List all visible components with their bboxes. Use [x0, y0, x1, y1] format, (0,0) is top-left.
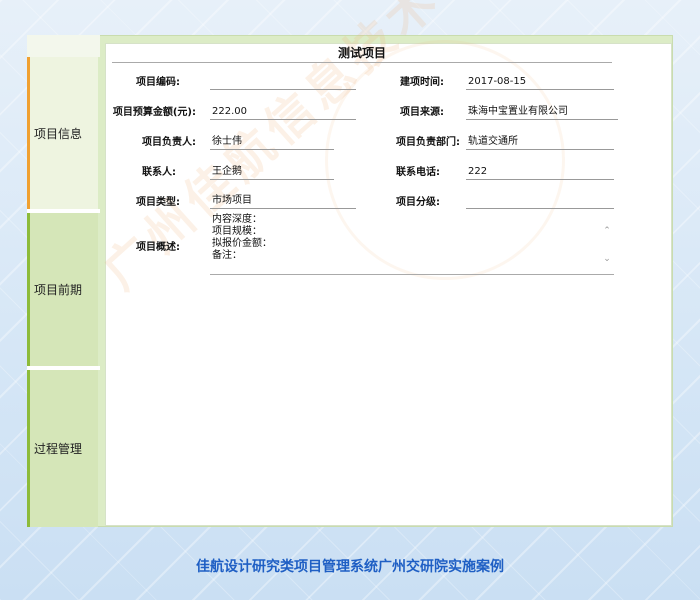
- project-code-label: 项目编码:: [136, 77, 180, 88]
- description-line: 备注：: [212, 250, 242, 261]
- department-label: 项目负责部门:: [396, 137, 460, 148]
- footer-caption: 佳航设计研究类项目管理系统广州交研院实施案例: [196, 559, 504, 575]
- sidebar-item-process-management[interactable]: 过程管理: [27, 370, 98, 527]
- description-line: 内容深度：: [212, 214, 262, 225]
- sidebar-item-project-info[interactable]: 项目信息: [27, 57, 98, 209]
- scroll-down-icon[interactable]: ⌄: [602, 254, 612, 264]
- contact-field[interactable]: 王企鹅: [210, 165, 334, 180]
- sidebar-header: [27, 35, 100, 57]
- phone-field[interactable]: 222: [466, 165, 614, 180]
- manager-field[interactable]: 徐士伟: [210, 135, 334, 150]
- sidebar-item-pre-project[interactable]: 项目前期: [27, 213, 98, 366]
- description-textarea[interactable]: 内容深度： 项目规模： 拟报价金额： 备注： ⌃ ⌄: [210, 214, 614, 275]
- page-title: 测试项目: [112, 44, 612, 63]
- contact-label: 联系人:: [142, 167, 176, 178]
- project-level-field[interactable]: [466, 194, 614, 209]
- sidebar-item-label: 过程管理: [33, 442, 82, 456]
- description-line: 拟报价金额：: [212, 238, 272, 249]
- project-type-field[interactable]: 市场项目: [210, 194, 356, 209]
- source-label: 项目来源:: [400, 107, 444, 118]
- budget-label: 项目预算金额(元):: [112, 107, 196, 118]
- description-line: 项目规模：: [212, 226, 262, 237]
- department-field[interactable]: 轨道交通所: [466, 135, 614, 150]
- scroll-up-icon[interactable]: ⌃: [602, 226, 612, 236]
- project-type-label: 项目类型:: [136, 197, 180, 208]
- project-code-field[interactable]: [210, 75, 356, 90]
- budget-field[interactable]: 222.00: [210, 105, 356, 120]
- project-level-label: 项目分级:: [396, 197, 440, 208]
- description-label: 项目概述:: [136, 242, 180, 253]
- build-time-label: 建项时间:: [400, 77, 444, 88]
- sidebar: 项目信息 项目前期 过程管理: [27, 35, 100, 527]
- source-field[interactable]: 珠海中宝置业有限公司: [466, 105, 618, 120]
- manager-label: 项目负责人:: [142, 137, 196, 148]
- sidebar-item-label: 项目前期: [33, 283, 82, 297]
- phone-label: 联系电话:: [396, 167, 440, 178]
- build-time-field[interactable]: 2017-08-15: [466, 75, 614, 90]
- sidebar-item-label: 项目信息: [33, 126, 82, 141]
